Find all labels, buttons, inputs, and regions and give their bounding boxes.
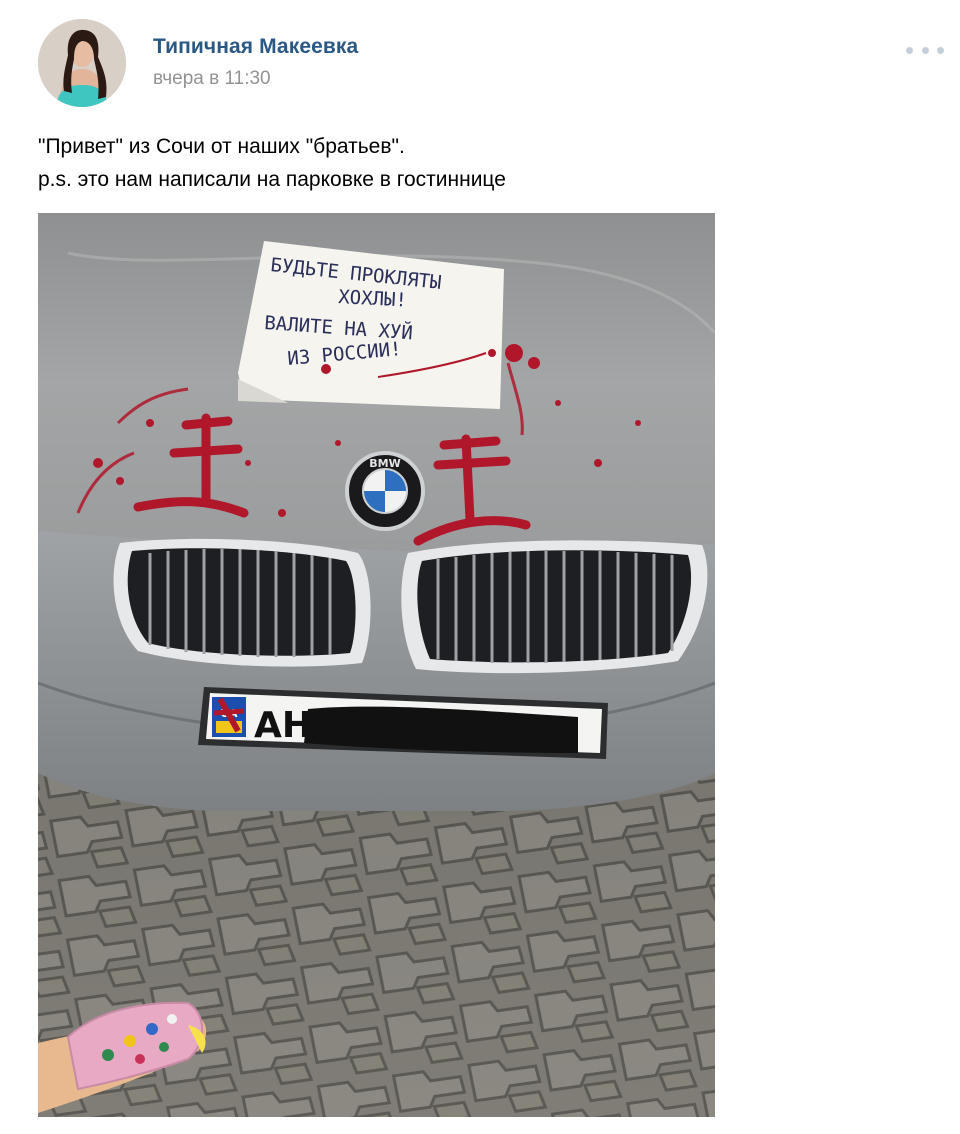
post-timestamp[interactable]: вчера в 11:30 (153, 68, 271, 90)
paper-note: БУДЬТЕ ПРОКЛЯТЫ ХОХЛЫ! ВАЛИТЕ НА ХУЙ ИЗ … (238, 241, 504, 409)
more-dot (906, 46, 913, 54)
note-line: ХОХЛЫ! (338, 286, 408, 312)
bmw-badge-text: BMW (369, 457, 400, 470)
avatar[interactable] (38, 19, 126, 107)
post-text-line: p.s. это нам написали на парковке в гост… (38, 168, 506, 191)
more-dot (921, 46, 929, 54)
bmw-badge-icon: BMW (345, 451, 425, 531)
post-text-line: "Привет" из Сочи от наших "братьев". (38, 135, 405, 158)
author-name-link[interactable]: Типичная Макеевка (153, 35, 358, 59)
post-text: "Привет" из Сочи от наших "братьев". p.s… (38, 130, 918, 196)
more-dot (937, 46, 944, 54)
plate-number: AH (254, 705, 312, 746)
kidney-grille-left (113, 538, 371, 667)
post-card: Типичная Макеевка вчера в 11:30 "Привет"… (0, 0, 960, 1134)
more-horizontal-icon[interactable] (906, 40, 944, 60)
kidney-grille-right (401, 540, 708, 674)
post-photo[interactable]: BMW БУДЬТЕ ПРОКЛЯТЫ ХОХЛЫ! ВАЛИТЕ НА ХУЙ… (38, 213, 715, 1117)
